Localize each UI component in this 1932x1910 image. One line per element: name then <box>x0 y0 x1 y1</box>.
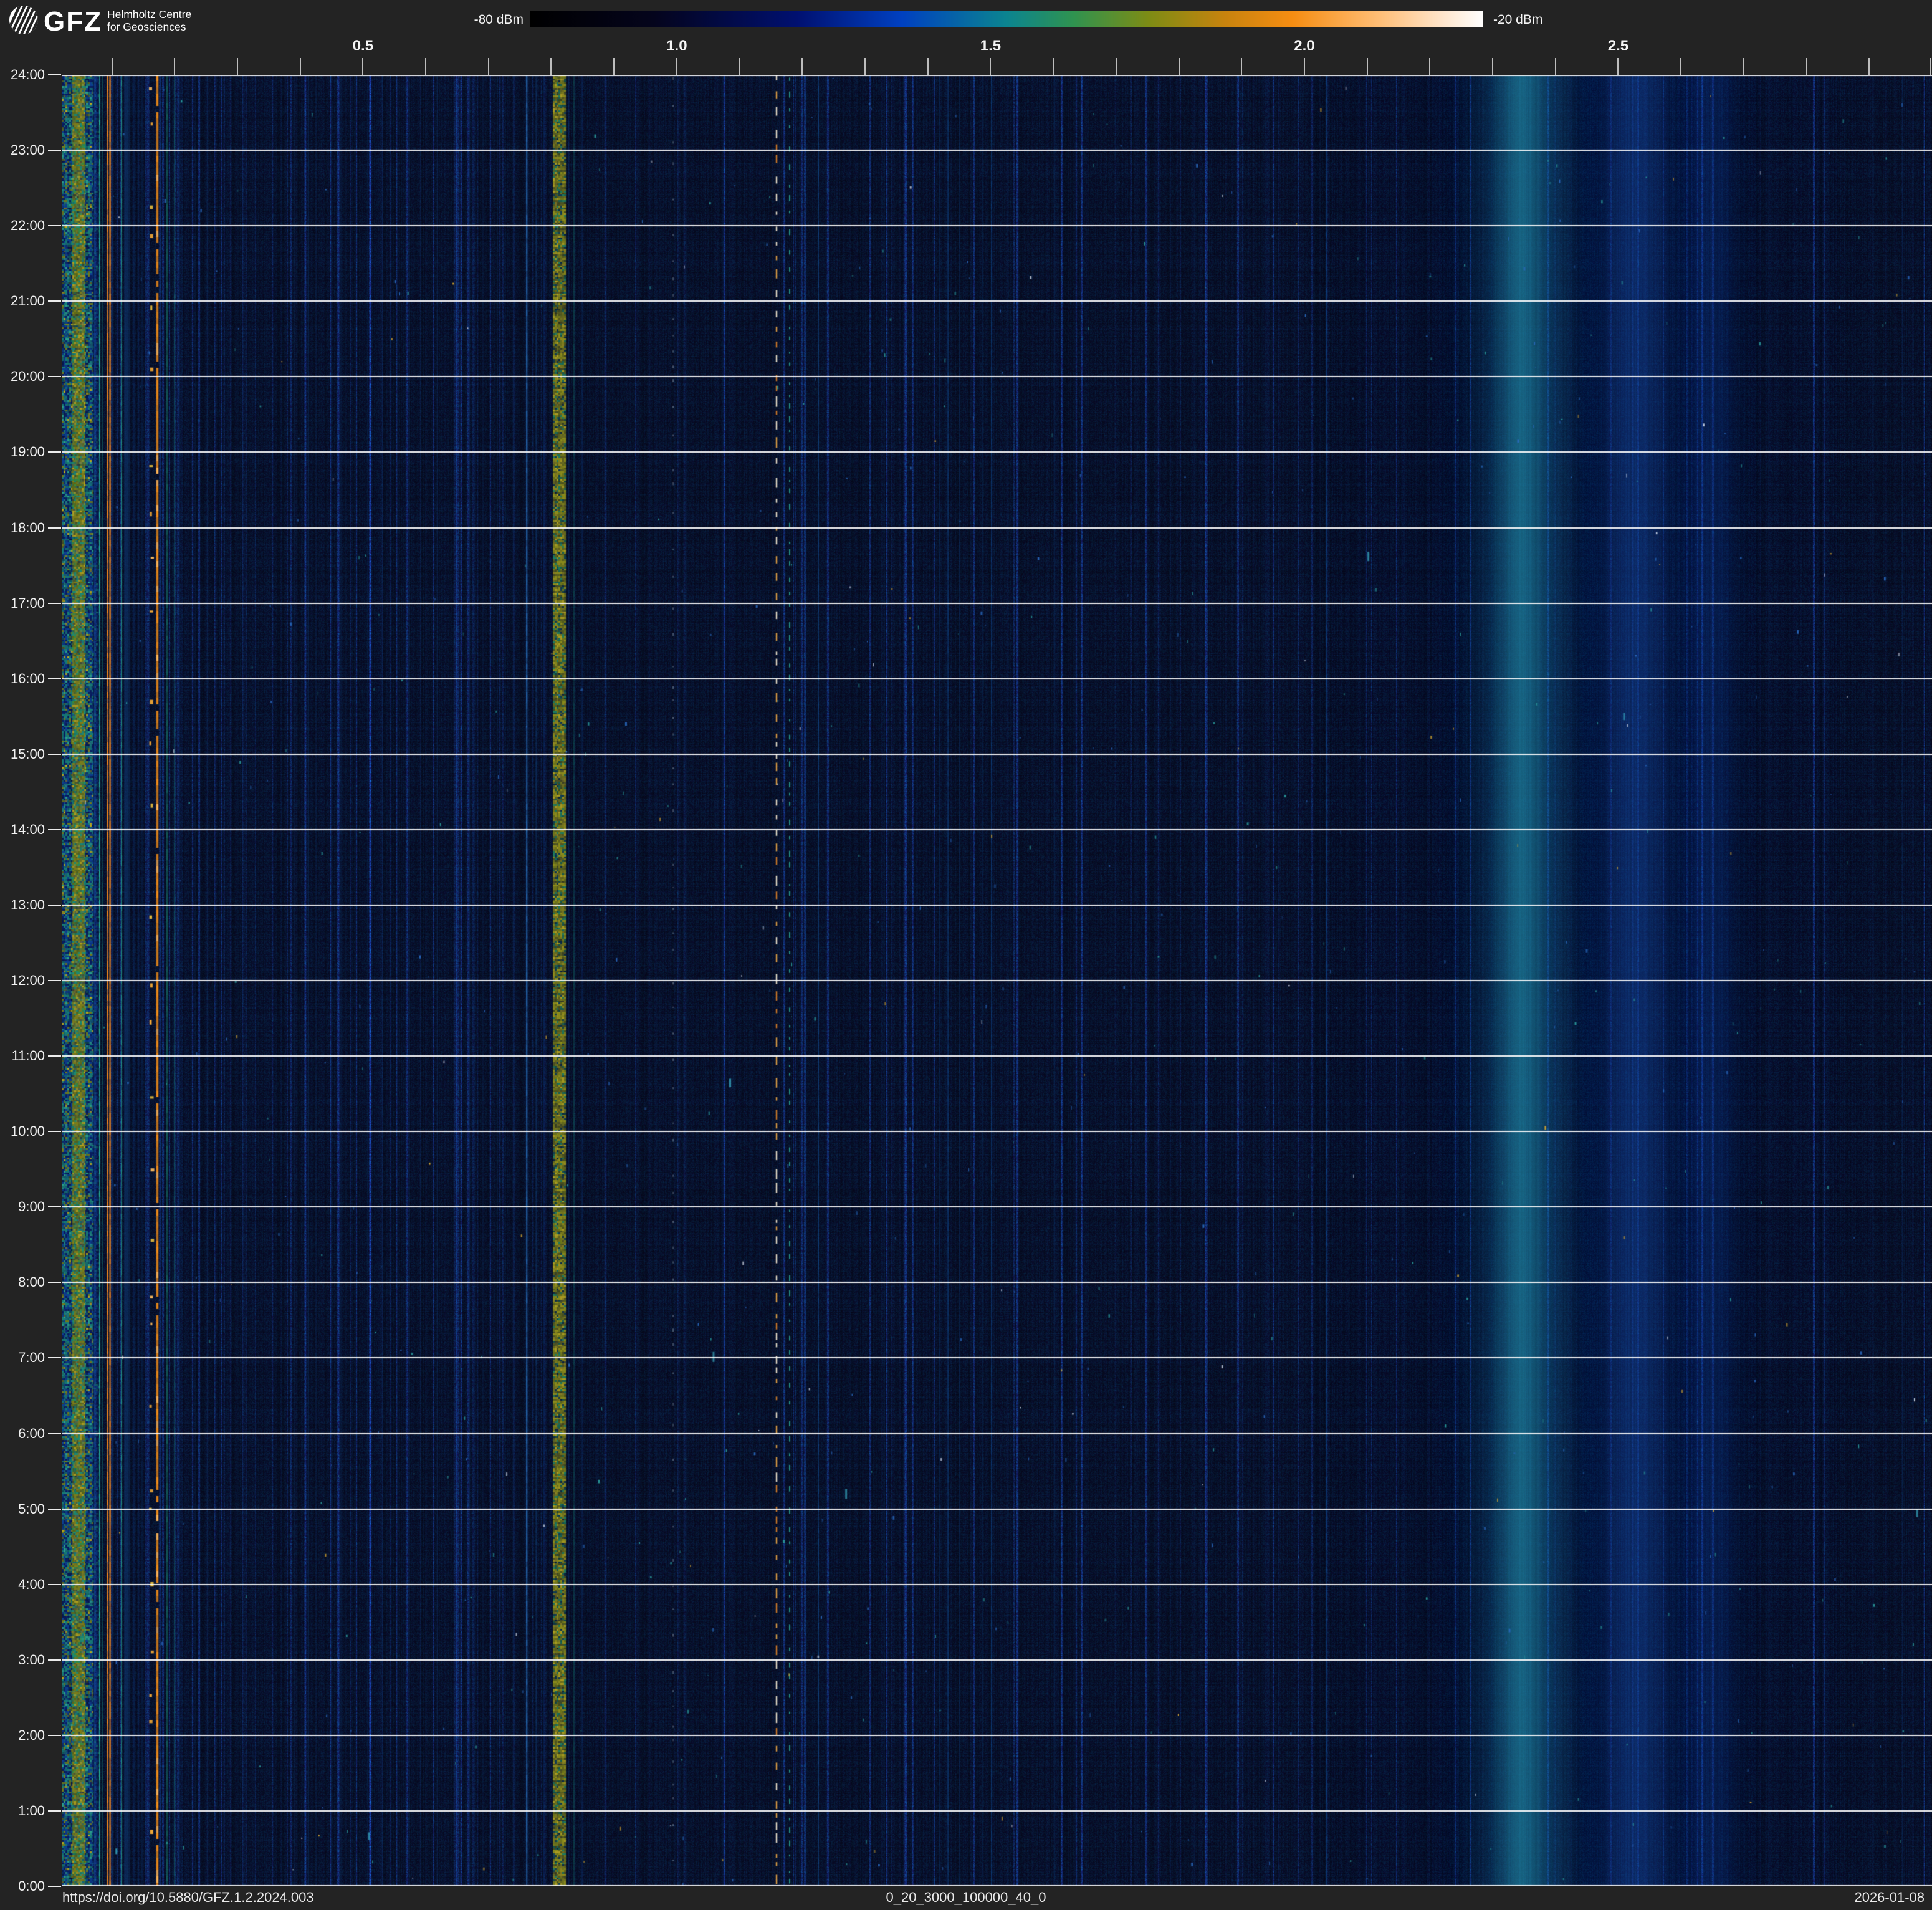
freq-tick <box>990 58 991 75</box>
freq-tick <box>425 58 426 75</box>
freq-tick <box>1930 58 1931 75</box>
colorbar-max-label: -20 dBm <box>1493 12 1542 27</box>
time-tick <box>48 1886 61 1887</box>
time-label: 1:00 <box>0 1803 45 1819</box>
freq-tick <box>676 58 677 75</box>
time-label: 23:00 <box>0 142 45 158</box>
time-tick <box>48 376 61 377</box>
time-label: 17:00 <box>0 595 45 612</box>
time-label: 15:00 <box>0 746 45 762</box>
time-tick <box>48 1584 61 1585</box>
time-tick <box>48 1055 61 1057</box>
time-label: 3:00 <box>0 1652 45 1668</box>
time-tick <box>48 1810 61 1812</box>
colorbar <box>530 11 1483 27</box>
time-label: 6:00 <box>0 1426 45 1442</box>
time-label: 5:00 <box>0 1501 45 1517</box>
time-label: 22:00 <box>0 218 45 234</box>
org-name-line1: Helmholtz Centre <box>107 8 191 21</box>
spectrogram-canvas <box>62 75 1932 1886</box>
freq-tick <box>1868 58 1870 75</box>
freq-tick <box>1555 58 1556 75</box>
time-tick <box>48 300 61 302</box>
freq-tick <box>1617 58 1619 75</box>
freq-tick <box>237 58 238 75</box>
freq-tick-label: 2.5 <box>1593 37 1643 55</box>
freq-tick <box>1116 58 1117 75</box>
freq-tick <box>550 58 552 75</box>
gfz-logo-icon <box>9 5 39 35</box>
time-tick <box>48 1282 61 1283</box>
freq-tick <box>613 58 615 75</box>
freq-tick <box>488 58 489 75</box>
time-tick <box>48 451 61 453</box>
spectrogram-page: GFZ Helmholtz Centre for Geosciences -80… <box>0 0 1932 1910</box>
footer-date: 2026-01-08 <box>1854 1889 1925 1906</box>
time-tick <box>48 1357 61 1358</box>
brand-text: GFZ <box>44 6 102 37</box>
freq-tick <box>1743 58 1744 75</box>
freq-tick <box>1367 58 1368 75</box>
time-label: 2:00 <box>0 1727 45 1744</box>
time-tick <box>48 1206 61 1207</box>
time-label: 19:00 <box>0 444 45 460</box>
time-label: 14:00 <box>0 822 45 838</box>
time-tick <box>48 1659 61 1661</box>
time-tick <box>48 678 61 679</box>
time-label: 21:00 <box>0 293 45 309</box>
time-tick <box>48 905 61 906</box>
colorbar-min-label: -80 dBm <box>436 12 524 27</box>
freq-tick <box>300 58 301 75</box>
footer-doi-link: https://doi.org/10.5880/GFZ.1.2.2024.003 <box>62 1889 314 1906</box>
freq-tick-label: 1.5 <box>965 37 1015 55</box>
org-name-line2: for Geosciences <box>107 21 186 33</box>
time-tick <box>48 1735 61 1736</box>
time-label: 8:00 <box>0 1274 45 1290</box>
freq-tick <box>1429 58 1430 75</box>
time-tick <box>48 74 61 75</box>
freq-tick-label: 0.5 <box>338 37 388 55</box>
time-tick <box>48 1131 61 1132</box>
time-label: 9:00 <box>0 1199 45 1215</box>
freq-tick <box>1304 58 1305 75</box>
freq-tick <box>739 58 740 75</box>
freq-tick <box>927 58 929 75</box>
time-label: 13:00 <box>0 897 45 913</box>
freq-tick <box>1053 58 1054 75</box>
freq-tick <box>801 58 803 75</box>
freq-tick <box>1680 58 1681 75</box>
time-label: 18:00 <box>0 520 45 536</box>
time-tick <box>48 829 61 830</box>
time-label: 10:00 <box>0 1123 45 1140</box>
time-tick <box>48 980 61 981</box>
freq-tick-label: 2.0 <box>1279 37 1329 55</box>
time-label: 16:00 <box>0 671 45 687</box>
freq-tick <box>1492 58 1493 75</box>
freq-tick <box>112 58 113 75</box>
time-tick <box>48 1433 61 1434</box>
time-label: 11:00 <box>0 1048 45 1064</box>
freq-tick-label: 1.0 <box>652 37 702 55</box>
freq-tick <box>864 58 866 75</box>
freq-tick <box>1241 58 1242 75</box>
freq-tick <box>362 58 363 75</box>
time-label: 7:00 <box>0 1350 45 1366</box>
time-tick <box>48 150 61 151</box>
time-tick <box>48 527 61 529</box>
freq-tick <box>174 58 175 75</box>
time-tick <box>48 1509 61 1510</box>
time-label: 12:00 <box>0 972 45 989</box>
time-label: 24:00 <box>0 67 45 83</box>
time-tick <box>48 754 61 755</box>
time-label: 4:00 <box>0 1576 45 1593</box>
time-tick <box>48 225 61 226</box>
time-label: 20:00 <box>0 368 45 385</box>
freq-tick <box>1806 58 1807 75</box>
freq-tick <box>1179 58 1180 75</box>
time-tick <box>48 603 61 604</box>
